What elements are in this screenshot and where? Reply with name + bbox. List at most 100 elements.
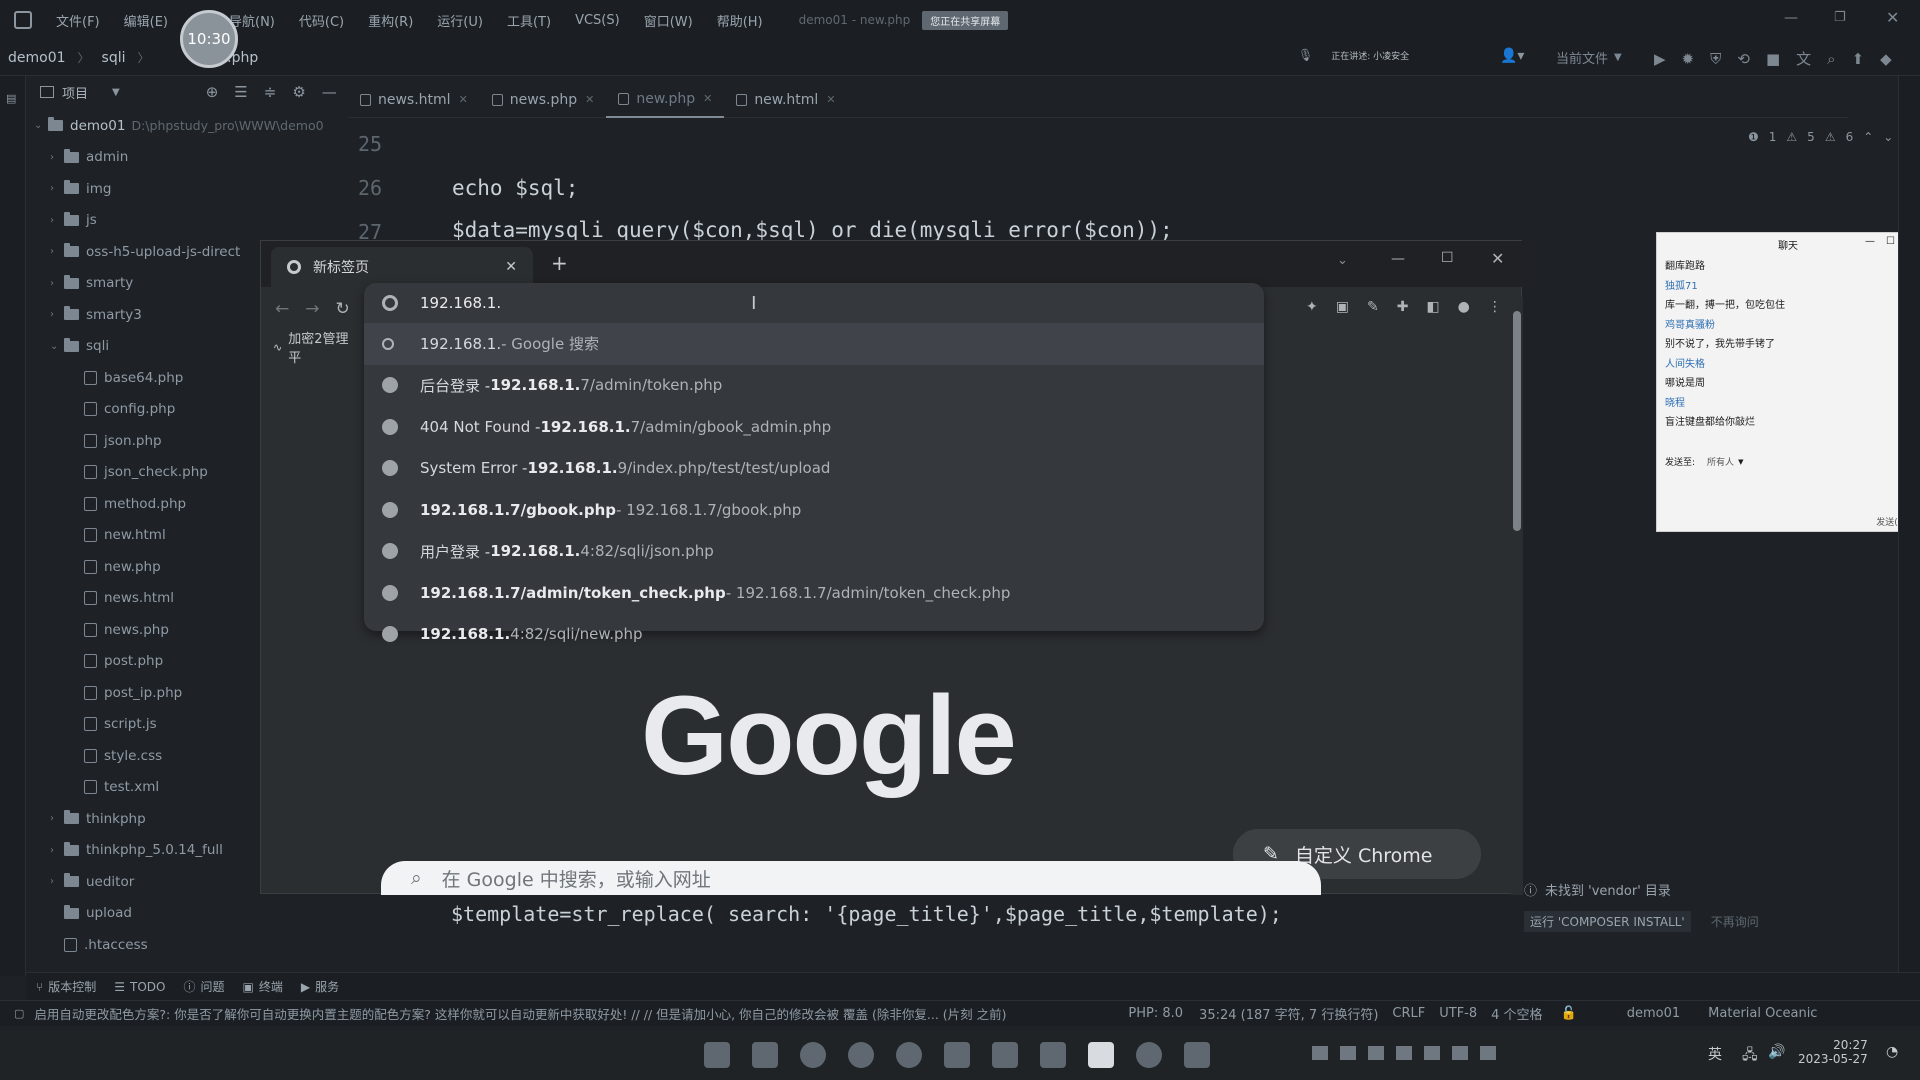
chevron-right-icon[interactable]: › — [50, 152, 64, 163]
forward-icon[interactable]: → — [305, 299, 319, 319]
extensions-icon[interactable]: ✚ — [1397, 299, 1409, 315]
project-badge[interactable]: demo01 — [1627, 1006, 1680, 1021]
tool-window-button[interactable]: ⓘ 问题 — [183, 978, 224, 995]
edge-icon[interactable] — [800, 1042, 826, 1068]
tray-icon[interactable] — [1340, 1046, 1356, 1060]
project-view-select[interactable]: 项目 — [62, 83, 88, 102]
tool-window-button[interactable]: ▶ 服务 — [301, 978, 339, 995]
close-tab-icon[interactable]: ✕ — [505, 259, 517, 275]
tray-icon[interactable] — [1368, 1046, 1384, 1060]
dismiss-link[interactable]: 不再询问 — [1711, 913, 1759, 930]
tool-window-button[interactable]: ⑂ 版本控制 — [36, 978, 96, 995]
hide-icon[interactable]: — — [322, 83, 337, 101]
chat-minimize-button[interactable]: — — [1865, 236, 1875, 247]
profile-icon[interactable]: ⟲ — [1737, 50, 1750, 68]
translate-ext-icon[interactable]: ✎ — [1367, 299, 1379, 315]
chevron-down-icon[interactable]: ⌄ — [34, 120, 48, 131]
stop-icon[interactable]: ■ — [1766, 50, 1780, 68]
inspection-widget[interactable]: ❶1 ⚠ 5 ⚠ 6 ⌃ ⌄ — [1748, 130, 1893, 144]
close-tab-icon[interactable]: ✕ — [703, 92, 712, 105]
menu-item[interactable]: 导航(N) — [229, 11, 275, 30]
omnibox-suggestion[interactable]: 192.168.1. - Google 搜索 — [364, 323, 1264, 365]
close-tab-icon[interactable]: ✕ — [826, 93, 835, 106]
tray-icon[interactable] — [1480, 1046, 1496, 1060]
chevron-up-icon[interactable]: ⌃ — [1863, 130, 1873, 144]
breadcrumb-project[interactable]: demo01 — [8, 50, 66, 66]
editor-tab[interactable]: news.html ✕ — [348, 82, 480, 118]
chrome-icon[interactable] — [848, 1042, 874, 1068]
browser-tab[interactable]: 新标签页 ✕ — [271, 247, 533, 287]
menu-item[interactable]: 编辑(E) — [124, 11, 168, 30]
editor-tab[interactable]: news.php ✕ — [480, 82, 607, 118]
coverage-icon[interactable]: ⛨ — [1710, 50, 1721, 68]
back-icon[interactable]: ← — [275, 299, 289, 319]
notification-icon[interactable]: ◔ — [1886, 1044, 1898, 1060]
app-icon[interactable] — [1136, 1042, 1162, 1068]
menu-item[interactable]: 工具(T) — [507, 11, 551, 30]
project-tool-icon[interactable]: ▤ — [6, 92, 16, 105]
search-icon[interactable]: ⌕ — [1827, 50, 1835, 68]
gear-icon[interactable]: ⚙ — [292, 83, 305, 101]
bookmark-item[interactable]: ∿ 加密2管理平 — [273, 332, 358, 366]
locate-icon[interactable]: ⊕ — [206, 83, 219, 101]
chevron-right-icon[interactable]: › — [50, 309, 64, 320]
bookmark-star-icon[interactable]: ✦ — [1306, 299, 1318, 315]
expand-all-icon[interactable]: ☰ — [234, 83, 247, 101]
send-to-select[interactable]: 所有人 — [1707, 455, 1734, 468]
menu-item[interactable]: 代码(C) — [299, 11, 344, 30]
tree-folder[interactable]: upload — [26, 898, 348, 930]
browser-minimize-button[interactable]: — — [1391, 251, 1405, 267]
run-icon[interactable]: ▶ — [1654, 50, 1666, 68]
p-app-icon[interactable] — [1088, 1042, 1114, 1068]
menu-item[interactable]: 重构(R) — [368, 11, 413, 30]
tray-icon[interactable] — [1452, 1046, 1468, 1060]
tree-folder[interactable]: › admin — [26, 142, 348, 174]
chevron-down-icon[interactable]: ⌄ — [50, 341, 64, 352]
omnibox-suggestion[interactable]: 404 Not Found - 192.168.1. 7/admin/gbook_… — [364, 406, 1264, 448]
chevron-right-icon[interactable]: › — [50, 215, 64, 226]
window-close-button[interactable]: ✕ — [1886, 8, 1899, 27]
debug-icon[interactable]: ✹ — [1682, 50, 1695, 68]
menu-item[interactable]: 窗口(W) — [644, 11, 693, 30]
profile-icon[interactable]: ● — [1458, 299, 1470, 315]
browser-scrollbar[interactable] — [1511, 297, 1523, 895]
indent-setting[interactable]: 4 个空格 — [1491, 1004, 1542, 1023]
address-bar[interactable]: 192.168.1. I — [364, 283, 1264, 323]
window-minimize-button[interactable]: — — [1784, 10, 1798, 26]
tray-icon[interactable] — [1312, 1046, 1328, 1060]
menu-item[interactable]: 运行(U) — [437, 11, 483, 30]
collapse-all-icon[interactable]: ≑ — [264, 83, 277, 101]
status-message[interactable]: 启用自动更改配色方案?: 你是否了解你可自动更换内置主题的配色方案? 这样你就可… — [34, 1004, 1112, 1023]
browser-maximize-button[interactable]: ☐ — [1441, 250, 1454, 266]
tray-icon[interactable] — [1424, 1046, 1440, 1060]
composer-install-button[interactable]: 运行 'COMPOSER INSTALL' — [1524, 911, 1691, 932]
network-icon[interactable]: 🖧 — [1742, 1044, 1758, 1068]
firefox-icon[interactable] — [896, 1042, 922, 1068]
chevron-right-icon[interactable]: › — [50, 813, 64, 824]
editor-code-area[interactable]: 25 26 27 echo $sql; $data=mysqli_query($… — [348, 118, 1648, 244]
event-log-icon[interactable]: ▢ — [14, 1007, 24, 1020]
chevron-right-icon[interactable]: › — [50, 183, 64, 194]
close-tab-icon[interactable]: ✕ — [459, 93, 468, 106]
tree-folder[interactable]: ⌄ demo01 D:\phpstudy_pro\WWW\demo0 — [26, 110, 348, 142]
screenshot-icon[interactable]: ▣ — [1336, 299, 1349, 315]
photos-icon[interactable] — [1040, 1042, 1066, 1068]
start-icon[interactable] — [704, 1042, 730, 1068]
side-panel-icon[interactable]: ◧ — [1426, 299, 1439, 315]
user-icon[interactable]: 👤▾ — [1500, 48, 1524, 64]
menu-kebab-icon[interactable]: ⋮ — [1488, 299, 1502, 315]
tab-search-icon[interactable]: ⌄ — [1337, 253, 1348, 268]
chevron-down-icon[interactable]: ▼ — [112, 87, 120, 98]
run-config-select[interactable]: 当前文件 ▼ — [1556, 48, 1622, 67]
omnibox-suggestion[interactable]: 后台登录 - 192.168.1. 7/admin/token.php — [364, 365, 1264, 407]
input-language[interactable]: 英 — [1708, 1044, 1722, 1064]
address-input[interactable]: 192.168.1. — [420, 294, 501, 312]
chevron-right-icon[interactable]: › — [50, 845, 64, 856]
scrollbar-thumb[interactable] — [1513, 311, 1521, 531]
editor-tab[interactable]: new.php ✕ — [606, 82, 725, 118]
omnibox-suggestion[interactable]: System Error - 192.168.1. 9/index.php/tes… — [364, 448, 1264, 490]
translate-icon[interactable]: 文 — [1796, 48, 1811, 69]
tree-file[interactable]: .htaccess — [26, 929, 348, 961]
app-icon[interactable] — [992, 1042, 1018, 1068]
chevron-right-icon[interactable]: › — [50, 876, 64, 887]
